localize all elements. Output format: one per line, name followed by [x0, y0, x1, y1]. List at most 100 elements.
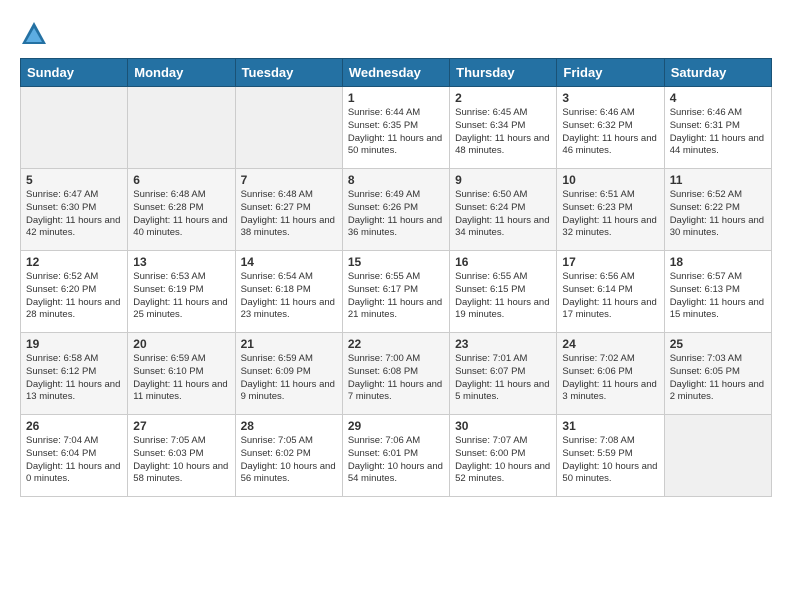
cell-details: Sunrise: 6:46 AM Sunset: 6:31 PM Dayligh…: [670, 107, 766, 158]
calendar-cell: 28 Sunrise: 7:05 AM Sunset: 6:02 PM Dayli…: [235, 415, 342, 497]
day-number: 19: [26, 337, 122, 351]
calendar-cell: 25 Sunrise: 7:03 AM Sunset: 6:05 PM Dayli…: [664, 333, 771, 415]
calendar-cell: 31 Sunrise: 7:08 AM Sunset: 5:59 PM Dayli…: [557, 415, 664, 497]
calendar-cell: [128, 87, 235, 169]
day-number: 27: [133, 419, 229, 433]
cell-details: Sunrise: 6:58 AM Sunset: 6:12 PM Dayligh…: [26, 353, 122, 404]
calendar-week-row: 1 Sunrise: 6:44 AM Sunset: 6:35 PM Daylig…: [21, 87, 772, 169]
calendar-cell: 24 Sunrise: 7:02 AM Sunset: 6:06 PM Dayli…: [557, 333, 664, 415]
day-number: 12: [26, 255, 122, 269]
cell-details: Sunrise: 6:48 AM Sunset: 6:28 PM Dayligh…: [133, 189, 229, 240]
cell-details: Sunrise: 6:52 AM Sunset: 6:20 PM Dayligh…: [26, 271, 122, 322]
cell-details: Sunrise: 6:51 AM Sunset: 6:23 PM Dayligh…: [562, 189, 658, 240]
day-number: 15: [348, 255, 444, 269]
calendar-cell: 9 Sunrise: 6:50 AM Sunset: 6:24 PM Daylig…: [450, 169, 557, 251]
calendar-cell: 3 Sunrise: 6:46 AM Sunset: 6:32 PM Daylig…: [557, 87, 664, 169]
logo-icon: [20, 20, 48, 48]
day-number: 24: [562, 337, 658, 351]
calendar-day-header: Sunday: [21, 59, 128, 87]
logo: [20, 20, 52, 48]
cell-details: Sunrise: 7:01 AM Sunset: 6:07 PM Dayligh…: [455, 353, 551, 404]
day-number: 23: [455, 337, 551, 351]
cell-details: Sunrise: 6:54 AM Sunset: 6:18 PM Dayligh…: [241, 271, 337, 322]
cell-details: Sunrise: 6:46 AM Sunset: 6:32 PM Dayligh…: [562, 107, 658, 158]
cell-details: Sunrise: 7:03 AM Sunset: 6:05 PM Dayligh…: [670, 353, 766, 404]
cell-details: Sunrise: 6:47 AM Sunset: 6:30 PM Dayligh…: [26, 189, 122, 240]
calendar-cell: 27 Sunrise: 7:05 AM Sunset: 6:03 PM Dayli…: [128, 415, 235, 497]
cell-details: Sunrise: 6:53 AM Sunset: 6:19 PM Dayligh…: [133, 271, 229, 322]
calendar-day-header: Wednesday: [342, 59, 449, 87]
calendar-cell: 4 Sunrise: 6:46 AM Sunset: 6:31 PM Daylig…: [664, 87, 771, 169]
cell-details: Sunrise: 6:57 AM Sunset: 6:13 PM Dayligh…: [670, 271, 766, 322]
day-number: 1: [348, 91, 444, 105]
calendar-header-row: SundayMondayTuesdayWednesdayThursdayFrid…: [21, 59, 772, 87]
calendar-cell: 13 Sunrise: 6:53 AM Sunset: 6:19 PM Dayli…: [128, 251, 235, 333]
day-number: 13: [133, 255, 229, 269]
calendar-cell: 23 Sunrise: 7:01 AM Sunset: 6:07 PM Dayli…: [450, 333, 557, 415]
calendar-cell: 17 Sunrise: 6:56 AM Sunset: 6:14 PM Dayli…: [557, 251, 664, 333]
calendar-cell: 12 Sunrise: 6:52 AM Sunset: 6:20 PM Dayli…: [21, 251, 128, 333]
day-number: 9: [455, 173, 551, 187]
calendar-cell: 11Sunrise: 6:52 AM Sunset: 6:22 PM Dayli…: [664, 169, 771, 251]
calendar-day-header: Tuesday: [235, 59, 342, 87]
calendar-cell: 26 Sunrise: 7:04 AM Sunset: 6:04 PM Dayli…: [21, 415, 128, 497]
day-number: 14: [241, 255, 337, 269]
cell-details: Sunrise: 7:08 AM Sunset: 5:59 PM Dayligh…: [562, 435, 658, 486]
day-number: 3: [562, 91, 658, 105]
day-number: 7: [241, 173, 337, 187]
calendar-week-row: 12 Sunrise: 6:52 AM Sunset: 6:20 PM Dayli…: [21, 251, 772, 333]
day-number: 28: [241, 419, 337, 433]
calendar-cell: 19 Sunrise: 6:58 AM Sunset: 6:12 PM Dayli…: [21, 333, 128, 415]
calendar-cell: 6 Sunrise: 6:48 AM Sunset: 6:28 PM Daylig…: [128, 169, 235, 251]
day-number: 18: [670, 255, 766, 269]
day-number: 16: [455, 255, 551, 269]
cell-details: Sunrise: 7:00 AM Sunset: 6:08 PM Dayligh…: [348, 353, 444, 404]
calendar-week-row: 5 Sunrise: 6:47 AM Sunset: 6:30 PM Daylig…: [21, 169, 772, 251]
cell-details: Sunrise: 6:56 AM Sunset: 6:14 PM Dayligh…: [562, 271, 658, 322]
day-number: 17: [562, 255, 658, 269]
cell-details: Sunrise: 7:02 AM Sunset: 6:06 PM Dayligh…: [562, 353, 658, 404]
calendar-table: SundayMondayTuesdayWednesdayThursdayFrid…: [20, 58, 772, 497]
day-number: 25: [670, 337, 766, 351]
calendar-day-header: Monday: [128, 59, 235, 87]
cell-details: Sunrise: 7:04 AM Sunset: 6:04 PM Dayligh…: [26, 435, 122, 486]
calendar-cell: [21, 87, 128, 169]
day-number: 10: [562, 173, 658, 187]
day-number: 11: [670, 173, 766, 187]
cell-details: Sunrise: 6:59 AM Sunset: 6:09 PM Dayligh…: [241, 353, 337, 404]
calendar-cell: 20Sunrise: 6:59 AM Sunset: 6:10 PM Dayli…: [128, 333, 235, 415]
page: SundayMondayTuesdayWednesdayThursdayFrid…: [0, 0, 792, 507]
day-number: 5: [26, 173, 122, 187]
cell-details: Sunrise: 6:44 AM Sunset: 6:35 PM Dayligh…: [348, 107, 444, 158]
day-number: 29: [348, 419, 444, 433]
calendar-day-header: Friday: [557, 59, 664, 87]
calendar-cell: 15Sunrise: 6:55 AM Sunset: 6:17 PM Dayli…: [342, 251, 449, 333]
calendar-cell: 22Sunrise: 7:00 AM Sunset: 6:08 PM Dayli…: [342, 333, 449, 415]
cell-details: Sunrise: 6:48 AM Sunset: 6:27 PM Dayligh…: [241, 189, 337, 240]
day-number: 31: [562, 419, 658, 433]
cell-details: Sunrise: 7:05 AM Sunset: 6:03 PM Dayligh…: [133, 435, 229, 486]
calendar-cell: [235, 87, 342, 169]
cell-details: Sunrise: 7:06 AM Sunset: 6:01 PM Dayligh…: [348, 435, 444, 486]
day-number: 6: [133, 173, 229, 187]
cell-details: Sunrise: 7:07 AM Sunset: 6:00 PM Dayligh…: [455, 435, 551, 486]
day-number: 4: [670, 91, 766, 105]
calendar-cell: 14 Sunrise: 6:54 AM Sunset: 6:18 PM Dayli…: [235, 251, 342, 333]
day-number: 30: [455, 419, 551, 433]
cell-details: Sunrise: 6:45 AM Sunset: 6:34 PM Dayligh…: [455, 107, 551, 158]
cell-details: Sunrise: 6:50 AM Sunset: 6:24 PM Dayligh…: [455, 189, 551, 240]
cell-details: Sunrise: 6:49 AM Sunset: 6:26 PM Dayligh…: [348, 189, 444, 240]
calendar-cell: 7 Sunrise: 6:48 AM Sunset: 6:27 PM Daylig…: [235, 169, 342, 251]
calendar-cell: 21 Sunrise: 6:59 AM Sunset: 6:09 PM Dayli…: [235, 333, 342, 415]
calendar-cell: 2Sunrise: 6:45 AM Sunset: 6:34 PM Daylig…: [450, 87, 557, 169]
calendar-cell: 8Sunrise: 6:49 AM Sunset: 6:26 PM Daylig…: [342, 169, 449, 251]
day-number: 21: [241, 337, 337, 351]
calendar-week-row: 19 Sunrise: 6:58 AM Sunset: 6:12 PM Dayli…: [21, 333, 772, 415]
cell-details: Sunrise: 7:05 AM Sunset: 6:02 PM Dayligh…: [241, 435, 337, 486]
calendar-cell: 16 Sunrise: 6:55 AM Sunset: 6:15 PM Dayli…: [450, 251, 557, 333]
cell-details: Sunrise: 6:55 AM Sunset: 6:15 PM Dayligh…: [455, 271, 551, 322]
header: [20, 20, 772, 48]
day-number: 26: [26, 419, 122, 433]
calendar-cell: 29 Sunrise: 7:06 AM Sunset: 6:01 PM Dayli…: [342, 415, 449, 497]
calendar-cell: 1 Sunrise: 6:44 AM Sunset: 6:35 PM Daylig…: [342, 87, 449, 169]
